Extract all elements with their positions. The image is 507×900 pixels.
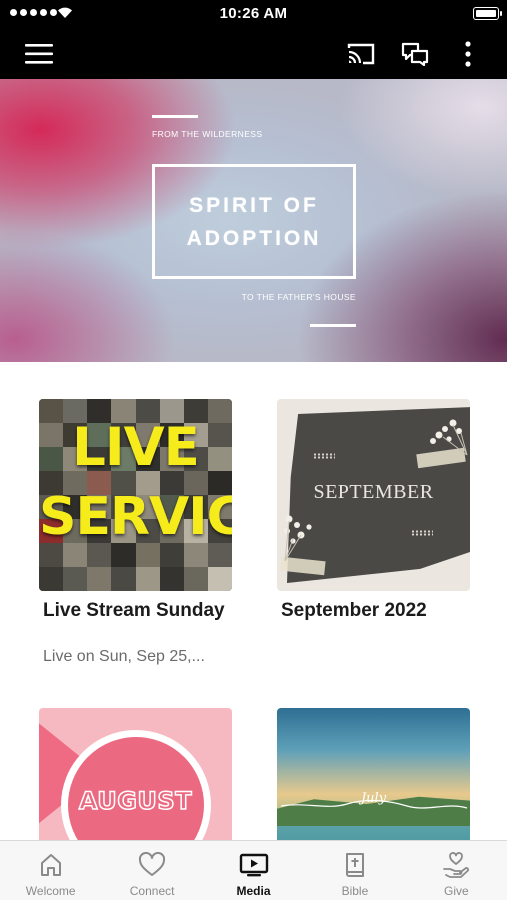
status-bar: 10:26 AM [0, 0, 507, 28]
tab-welcome[interactable]: Welcome [0, 841, 101, 900]
september-text: SEPTEMBER [313, 481, 434, 503]
tab-label: Welcome [25, 884, 76, 898]
hamburger-menu-icon [25, 43, 53, 64]
bottom-tab-bar: Welcome Connect Media Bible Give [0, 840, 507, 900]
top-nav-bar [0, 28, 507, 79]
service-text: SERVICE [39, 487, 232, 547]
dried-flowers-icon [430, 419, 468, 456]
tab-give[interactable]: Give [406, 841, 507, 900]
bible-icon [345, 853, 364, 877]
status-time: 10:26 AM [219, 5, 288, 22]
more-vertical-icon [465, 40, 471, 67]
september-thumbnail: SEPTEMBER [277, 399, 470, 591]
hero-title-line2: ADOPTION [186, 226, 322, 250]
tab-bible[interactable]: Bible [304, 841, 405, 900]
hero-footer-text: TO THE FATHER'S HOUSE [241, 292, 356, 302]
heart-icon [139, 852, 166, 876]
hero-title-line1: SPIRIT OF [189, 193, 319, 217]
hero-kicker: FROM THE WILDERNESS [152, 129, 263, 139]
dried-flowers-icon [284, 515, 312, 561]
hero-accent-line [152, 115, 198, 118]
dot-pattern [411, 530, 433, 536]
media-card-title: September 2022 [281, 600, 427, 621]
tab-label: Connect [129, 884, 175, 898]
july-text: July [360, 791, 387, 806]
menu-button[interactable] [20, 28, 58, 79]
hero-banner[interactable]: FROM THE WILDERNESS SPIRIT OF ADOPTION T… [0, 79, 507, 362]
live-text: LIVE [72, 417, 200, 478]
dot-pattern [313, 453, 335, 459]
battery-icon [473, 7, 502, 20]
tab-label: Give [443, 884, 469, 898]
home-icon [40, 854, 61, 876]
cast-icon [347, 43, 375, 64]
chat-button[interactable] [397, 28, 433, 79]
tab-label: Bible [341, 884, 369, 898]
hero-title-box: SPIRIT OF ADOPTION [152, 164, 356, 279]
cast-button[interactable] [343, 28, 379, 79]
media-card-live-stream[interactable]: LIVE SERVICE Live Stream Sunday Live on … [39, 399, 232, 679]
give-hand-heart-icon [443, 852, 470, 878]
chat-bubbles-icon [401, 42, 429, 66]
tab-media[interactable]: Media [203, 841, 304, 900]
tv-play-icon [239, 853, 268, 877]
tab-label: Media [236, 884, 271, 898]
media-card-title: Live Stream Sunday [43, 600, 225, 621]
media-card-september[interactable]: SEPTEMBER September 2022 [277, 399, 470, 629]
hero-accent-line [310, 324, 356, 327]
more-options-button[interactable] [456, 28, 480, 79]
tab-connect[interactable]: Connect [101, 841, 202, 900]
live-service-thumbnail: LIVE SERVICE [39, 399, 232, 591]
august-text: AUGUST [78, 786, 193, 816]
media-card-subtitle: Live on Sun, Sep 25,... [43, 648, 205, 665]
